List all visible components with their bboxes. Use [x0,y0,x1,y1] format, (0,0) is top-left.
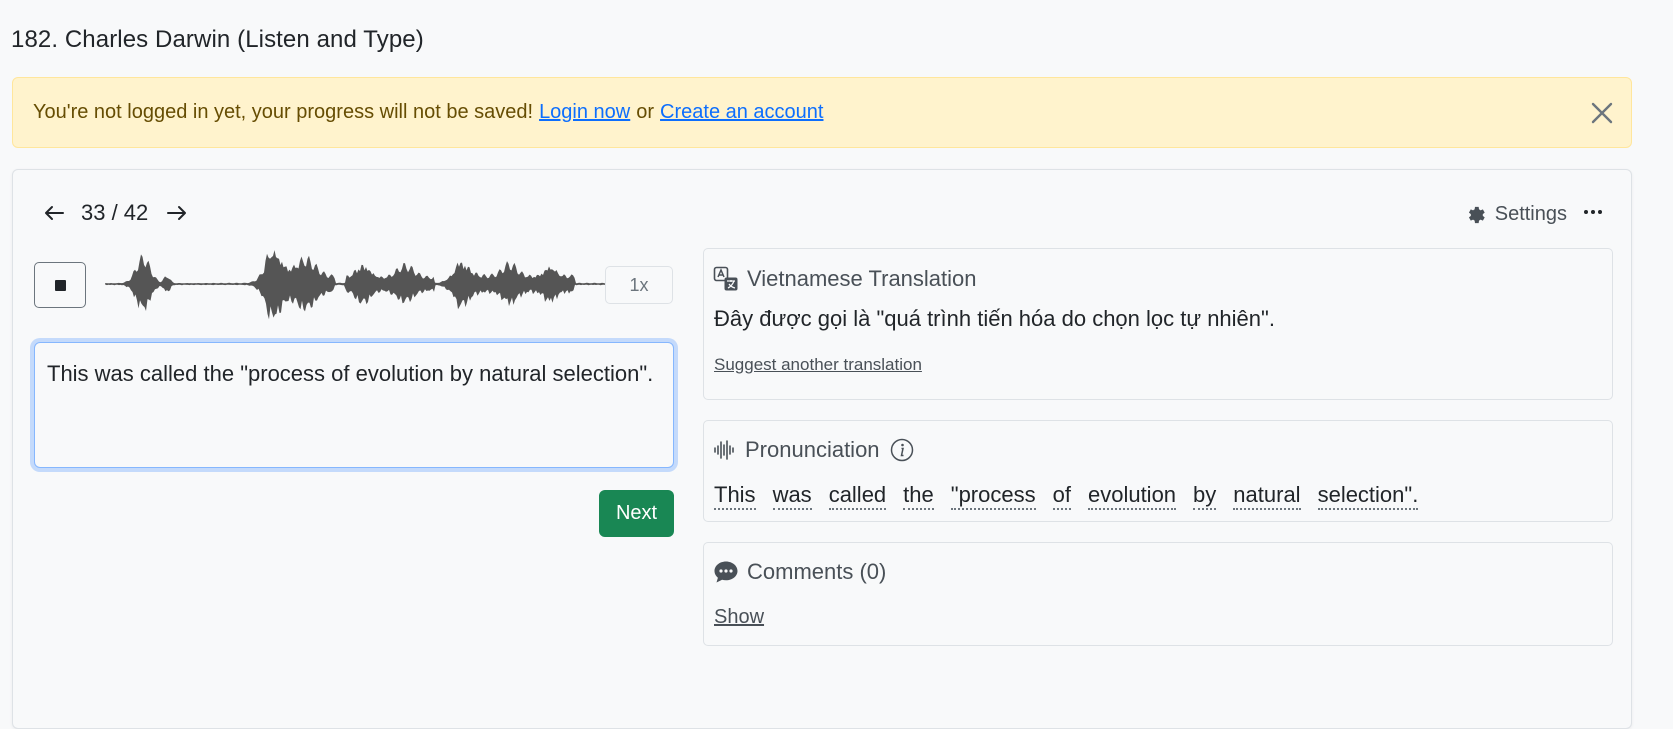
settings-label: Settings [1494,203,1567,225]
sentence-navigation: 33 / 42 [41,200,190,226]
comments-heading-row: Comments (0) [713,557,886,587]
show-comments-link[interactable]: Show [714,606,764,629]
playback-speed-button[interactable]: 1x [605,266,673,304]
translate-icon [713,266,738,291]
pronunciation-words: This was called the "process of evolution by nat… [714,482,1435,510]
translation-heading: Vietnamese Translation [747,266,977,291]
pronunciation-word[interactable]: natural [1233,482,1301,510]
stop-button[interactable] [34,262,86,308]
chat-bubble-icon [714,561,738,583]
page-title: 182. Charles Darwin (Listen and Type) [11,26,424,53]
login-alert: You're not logged in yet, your progress … [12,77,1632,148]
pronunciation-word[interactable]: selection". [1317,482,1419,510]
exercise-card: 33 / 42 Settings 1x Next Vietnamese Tran… [12,169,1632,729]
next-button[interactable]: Next [599,490,674,537]
translation-heading-row: Vietnamese Translation [713,264,977,294]
pronunciation-word[interactable]: by [1193,482,1217,510]
arrow-right-icon[interactable] [164,203,190,223]
answer-input[interactable] [34,342,674,468]
pronunciation-word[interactable]: the [903,482,934,510]
audio-waveform-icon [714,440,734,460]
pronunciation-word[interactable]: was [772,482,812,510]
settings-button[interactable]: Settings [1465,203,1567,226]
pronunciation-word[interactable]: evolution [1087,482,1177,510]
pronunciation-word[interactable]: of [1052,482,1071,510]
close-icon[interactable] [1589,100,1615,126]
ellipsis-icon[interactable] [1581,200,1605,224]
alert-message: You're not logged in yet, your progress … [33,101,534,123]
pronunciation-heading: Pronunciation [745,437,880,462]
waveform-shape [105,250,611,320]
sentence-counter: 33 / 42 [81,200,149,225]
pronunciation-panel: Pronunciation This was called the "process of… [703,420,1613,522]
arrow-left-icon[interactable] [41,203,67,223]
pronunciation-heading-row: Pronunciation [713,435,922,465]
stop-icon [54,279,66,291]
pronunciation-word[interactable]: "process [950,482,1036,510]
info-icon[interactable] [890,438,914,462]
comments-heading: Comments (0) [747,559,887,584]
create-account-link[interactable]: Create an account [660,101,823,124]
suggest-translation-link[interactable]: Suggest another translation [714,355,922,375]
comments-panel: Comments (0) Show [703,542,1613,646]
login-link[interactable]: Login now [539,101,630,124]
translation-panel: Vietnamese Translation Đây được gọi là "… [703,248,1613,400]
translation-text: Đây được gọi là "quá trình tiến hóa do c… [714,306,1275,331]
gear-icon [1468,206,1485,223]
alert-separator: or [636,101,655,123]
pronunciation-word[interactable]: called [828,482,887,510]
audio-waveform[interactable] [105,246,611,322]
pronunciation-word[interactable]: This [714,482,756,510]
